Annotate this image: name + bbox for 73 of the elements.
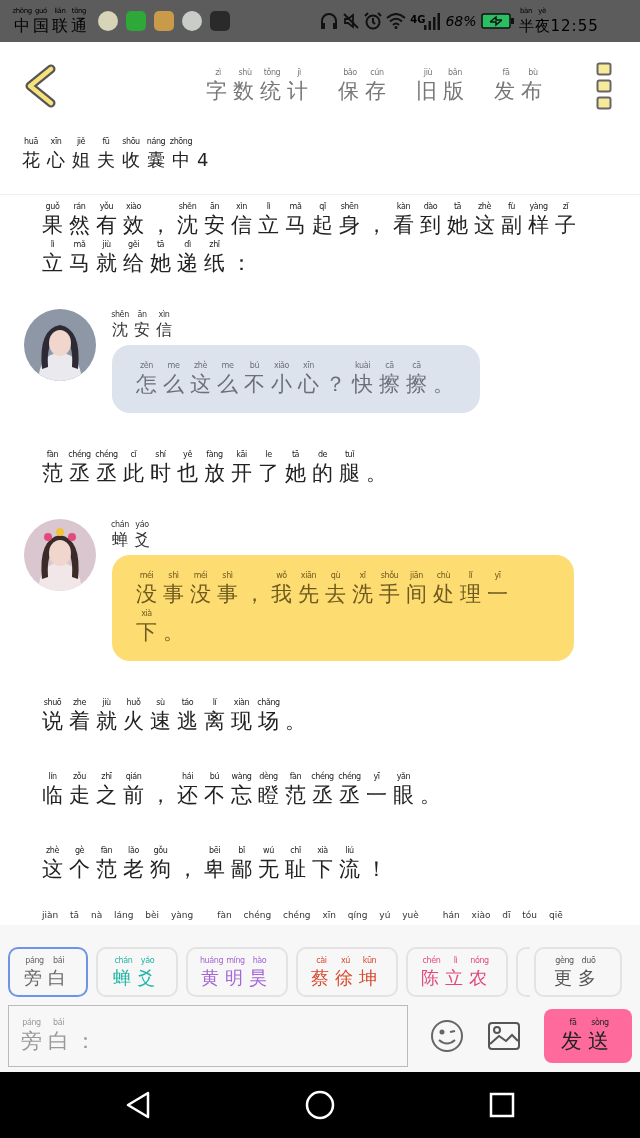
- speaker-name: 沈安信: [112, 320, 178, 339]
- pinyin-text: gèng duō: [554, 955, 597, 966]
- pinyin-text: lín zǒu zhī qián hái bú wàng dèng fàn chéng chéng yī yǎn: [47, 771, 412, 782]
- narration-text: 立马就给她递纸：: [42, 250, 259, 277]
- pinyin-text: fàn chéng chéng xīn qíng yú yuè: [217, 909, 419, 922]
- pinyin-text: huáng míng hào: [198, 955, 268, 966]
- pinyin-text: chén lì nóng: [421, 955, 490, 966]
- pinyin-text: méi shì méi shì wǒ xiān qù xǐ shǒu jiān chù lǐ yī: [138, 570, 502, 581]
- pinyin-text: chán yáo: [110, 519, 150, 530]
- chat-text: 没事没事，我先去洗手间处理一: [136, 581, 515, 608]
- prompt-label: 旁白：: [21, 1028, 102, 1055]
- toolbar-link[interactable]: zì shù tǒng jì 字数统计: [206, 67, 314, 105]
- battery-icon: [480, 13, 515, 29]
- pinyin-text: guǒ rán yǒu xiào shěn ān xìn lì mǎ qǐ shēn kàn dào tā zhè fù yàng zǐ: [44, 201, 570, 212]
- pinyin-text: shuō zhe jiù huǒ sù táo lí xiàn chǎng: [42, 697, 281, 708]
- network-label: 4G: [410, 13, 426, 27]
- more-button[interactable]: gèng duō 更多: [534, 947, 622, 997]
- pinyin-text: bǎo cún: [342, 67, 385, 78]
- pinyin-text: fā bù: [501, 67, 539, 78]
- battery-percent: 68%: [445, 11, 477, 31]
- pinyin-text: fā sòng: [568, 1017, 610, 1028]
- clock: 半夜12:55: [518, 16, 600, 36]
- speaker-chip[interactable]: huáng míng hào 黄明昊: [186, 947, 288, 997]
- narration-text: 这个范老狗，卑鄙无耻下流！: [42, 856, 394, 883]
- pinyin-text: páng bái: [24, 955, 65, 966]
- pinyin-text: zěn me zhè me bú xiǎo xīn kuài cā cā: [139, 360, 422, 371]
- alarm-icon: [364, 12, 383, 30]
- toolbar-link[interactable]: bǎo cún 保存: [338, 67, 392, 105]
- narration-text: 临走之前，还不忘瞪范丞丞一眼。: [42, 782, 448, 809]
- pinyin-text: xià: [140, 608, 153, 619]
- chat-text: 下。: [136, 619, 191, 646]
- chat-text: 怎么这么不小心？快擦擦。: [136, 371, 460, 398]
- pinyin-text: shěn ān xìn: [110, 309, 171, 320]
- speaker-chip[interactable]: cài xú kūn 蔡徐坤: [296, 947, 398, 997]
- app-icon: [98, 11, 118, 31]
- toolbar-link[interactable]: fā bù 发布: [494, 67, 548, 105]
- pinyin-text: zì shù tǒng jì: [214, 67, 302, 78]
- input-field[interactable]: páng bái 旁白：: [8, 1005, 408, 1067]
- speaker-chip[interactable]: páng bái 旁白: [8, 947, 88, 997]
- wifi-icon: [386, 13, 407, 29]
- narration-text: 果然有效，沈安信立马起身，看到她这副样子: [42, 212, 583, 239]
- pinyin-text: fàn chéng chéng cǐ shí yě fàng kāi le tā de tuǐ: [45, 449, 356, 460]
- pinyin-text: huā xīn jiě fū shōu náng zhōng: [23, 136, 194, 147]
- app-icon: [126, 11, 146, 31]
- back-icon[interactable]: [24, 64, 56, 108]
- pinyin-text: zhè gè fàn lǎo gǒu bēi bǐ wú chǐ xià liú: [45, 845, 355, 856]
- pinyin-text: jiàn tā nà láng bèi yàng: [42, 909, 194, 922]
- signal-icon: [423, 12, 442, 30]
- emoji-icon[interactable]: [430, 1019, 464, 1053]
- menu-icon[interactable]: [596, 62, 612, 110]
- speaker-chip[interactable]: chán yáo 蝉爻: [96, 947, 178, 997]
- carrier-name: 中国联通: [14, 16, 90, 36]
- home-icon[interactable]: [305, 1090, 335, 1120]
- app-icon: [154, 11, 174, 31]
- pinyin-text: chán yáo: [113, 955, 156, 966]
- speaker-chip[interactable]: chén lì nóng 陈立农: [406, 947, 508, 997]
- pinyin-text: lì mǎ jiù gěi tā dì zhǐ: [49, 239, 221, 250]
- recents-icon[interactable]: [489, 1092, 515, 1118]
- speaker-name: 蝉爻: [112, 530, 156, 549]
- narration-text: 说着就火速逃离现场。: [42, 708, 313, 735]
- send-button[interactable]: fā sòng 发送: [544, 1009, 632, 1063]
- toolbar-link[interactable]: jiù bǎn 旧版: [416, 67, 470, 105]
- pinyin-text: jiù bǎn: [422, 67, 463, 78]
- headset-icon: [320, 12, 339, 30]
- mute-icon: [342, 12, 361, 30]
- app-icon: [182, 11, 202, 31]
- narration-text: 范丞丞此时也放开了她的腿。: [42, 460, 394, 487]
- pinyin-text: páng bái: [21, 1017, 65, 1028]
- story-title: 花心姐夫收囊中4: [22, 148, 217, 172]
- pinyin-text: cài xú kūn: [315, 955, 378, 966]
- pinyin-text: hán xiào dī tóu qiē: [442, 909, 563, 922]
- app-icon: [210, 11, 230, 31]
- image-icon[interactable]: [488, 1022, 520, 1050]
